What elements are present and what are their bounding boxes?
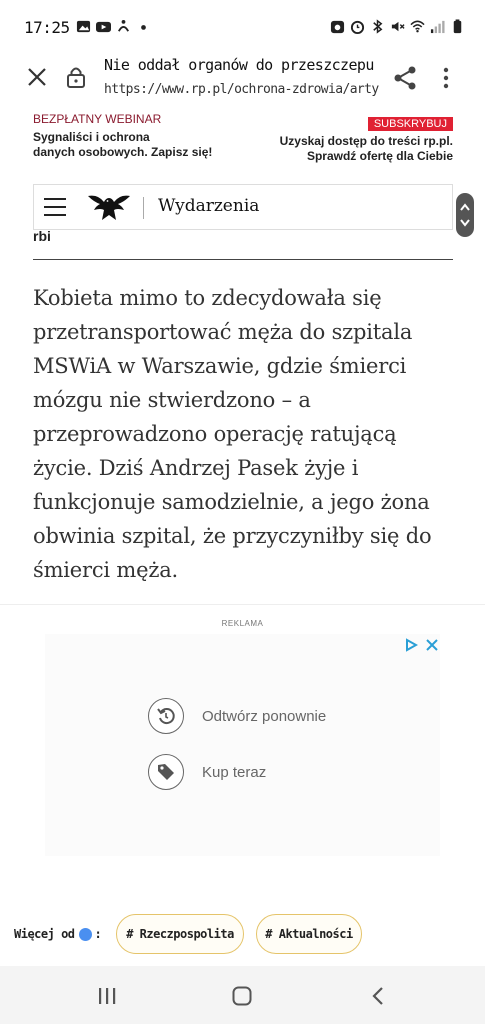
webinar-desc-line-1: Sygnaliści i ochrona xyxy=(33,130,150,144)
ad-container[interactable]: Odtwórz ponownie Kup teraz xyxy=(45,634,440,856)
subscribe-button[interactable]: SUBSKRYBUJ xyxy=(367,117,453,131)
close-icon[interactable] xyxy=(26,66,48,88)
replay-button[interactable] xyxy=(148,698,184,734)
status-right-icons xyxy=(330,19,465,34)
subscription-desc-line-2: Sprawdź ofertę dla Ciebie xyxy=(306,149,453,163)
more-from-label: Więcej od xyxy=(14,927,75,941)
accessibility-icon xyxy=(117,19,130,32)
more-from: Więcej od : xyxy=(14,927,102,941)
webinar-promo[interactable]: BEZPŁATNY WEBINAR Sygnaliści i ochrona d… xyxy=(33,112,253,160)
youtube-icon xyxy=(96,21,111,33)
eagle-logo-icon[interactable] xyxy=(86,190,132,224)
buy-action[interactable]: Kup teraz xyxy=(148,754,266,790)
tags-row: Więcej od : # Rzeczpospolita # Aktualnoś… xyxy=(0,914,485,956)
wifi-icon xyxy=(410,20,425,33)
section-separator xyxy=(0,604,485,605)
battery-icon xyxy=(453,19,462,34)
tag-aktualnosci[interactable]: # Aktualności xyxy=(256,914,362,954)
status-left-icons xyxy=(76,19,151,34)
webinar-description[interactable]: Sygnaliści i ochrona danych osobowych. Z… xyxy=(33,130,253,160)
partial-text: rbi xyxy=(33,228,51,244)
promo-bar: BEZPŁATNY WEBINAR Sygnaliści i ochrona d… xyxy=(0,112,485,164)
more-options-icon[interactable] xyxy=(436,64,456,92)
scroll-handle[interactable] xyxy=(456,193,474,237)
status-bar: 17:25 xyxy=(0,0,485,52)
back-icon[interactable] xyxy=(368,986,390,1006)
url-address[interactable]: https://www.rp.pl/ochrona-zdrowia/artyku… xyxy=(104,82,380,97)
share-icon[interactable] xyxy=(392,65,418,91)
verified-icon xyxy=(78,927,92,941)
system-nav-bar xyxy=(0,966,485,1024)
subscription-description[interactable]: Uzyskaj dostęp do treści rp.pl. Sprawdź … xyxy=(253,134,453,164)
rec-icon xyxy=(330,20,345,34)
subscription-promo[interactable]: SUBSKRYBUJ Uzyskaj dostęp do treści rp.p… xyxy=(253,112,453,164)
buy-button[interactable] xyxy=(148,754,184,790)
alarm-icon xyxy=(350,20,365,34)
ad-choices[interactable] xyxy=(404,638,438,652)
status-time: 17:25 xyxy=(24,18,70,37)
replay-icon xyxy=(157,708,175,725)
home-icon[interactable] xyxy=(231,986,253,1006)
webinar-title[interactable]: BEZPŁATNY WEBINAR xyxy=(33,112,253,126)
article-paragraph: Kobieta mimo to zdecydowała się przetran… xyxy=(33,286,432,582)
tag-rzeczpospolita[interactable]: # Rzeczpospolita xyxy=(116,914,244,954)
menu-icon[interactable] xyxy=(44,198,66,216)
mute-icon xyxy=(391,21,405,32)
site-header: Wydarzenia xyxy=(33,184,453,230)
replay-action[interactable]: Odtwórz ponownie xyxy=(148,698,326,734)
ad-close-icon[interactable] xyxy=(426,639,438,651)
recents-icon[interactable] xyxy=(96,986,118,1006)
lock-icon[interactable] xyxy=(66,65,86,89)
ad-label: REKLAMA xyxy=(221,619,264,628)
header-divider xyxy=(143,197,144,219)
divider-line xyxy=(33,259,453,260)
subscription-desc-line-1: Uzyskaj dostęp do treści rp.pl. xyxy=(279,134,453,148)
page-title[interactable]: Nie oddał organów do przeszczepu xyxy=(104,56,380,74)
buy-label[interactable]: Kup teraz xyxy=(202,764,266,781)
replay-label[interactable]: Odtwórz ponownie xyxy=(202,708,326,725)
section-title[interactable]: Wydarzenia xyxy=(158,196,259,216)
webinar-desc-line-2: danych osobowych. Zapisz się! xyxy=(33,145,213,159)
browser-url-bar: Nie oddał organów do przeszczepu https:/… xyxy=(0,52,485,104)
adchoices-icon[interactable] xyxy=(404,638,418,652)
bluetooth-icon xyxy=(373,19,383,34)
dot-icon xyxy=(141,25,146,30)
price-tag-icon xyxy=(158,764,174,780)
signal-icon xyxy=(430,20,445,34)
gallery-icon xyxy=(76,20,91,33)
